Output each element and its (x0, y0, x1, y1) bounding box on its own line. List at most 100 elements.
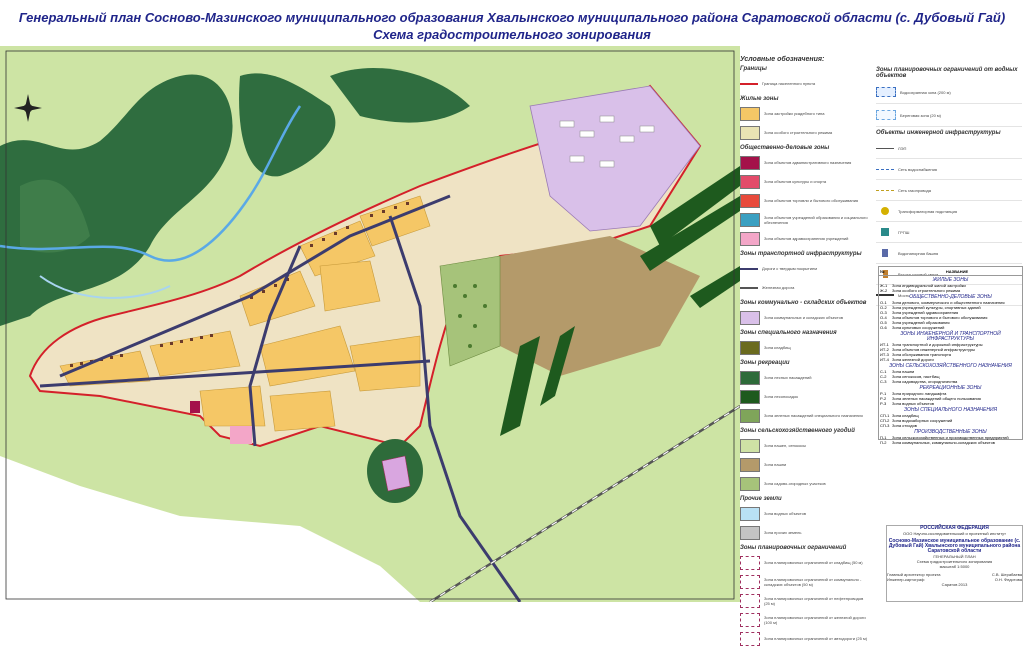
legend-item: Зона садово-огородных участков (740, 474, 870, 493)
infra-symbol-wrap (876, 207, 898, 215)
legend-label: Зона объектов здравоохранения учреждений (764, 236, 849, 241)
zone-group-title: ЗОНЫ ИНЖЕНЕРНОЙ И ТРАНСПОРТНОЙ ИНФРАСТРУ… (900, 331, 1001, 342)
legend-item: Дороги с твердым покрытием (740, 259, 870, 278)
zone-name: Зона железной дороги (892, 357, 934, 362)
water-limit-symbol (876, 87, 896, 97)
legend-item: Зона планировочных ограничений от коммун… (740, 572, 870, 591)
zone-code: Ж-2 (880, 288, 888, 293)
legend-item: Зона застройки усадебного типа (740, 104, 870, 123)
legend-swatch (740, 408, 760, 423)
garden-plots (439, 255, 501, 367)
legend-swatch (740, 310, 760, 325)
zone-row: СП-3 Зона отходов (879, 423, 1022, 428)
map-subtitle: Схема градостроительного зонирования (373, 27, 651, 42)
legend-label: Зона коммунальных и складских объектов (764, 315, 843, 320)
infra-symbol-wrap (876, 189, 898, 191)
legend-item: Зона объектов здравоохранения учреждений (740, 229, 870, 248)
legend-item: Зона кладбищ (740, 338, 870, 357)
legend-section-title: Общественно-деловые зоны (740, 145, 830, 151)
legend-label: Зона лесных насаждений (764, 375, 812, 380)
infra-label: ЛЭП (898, 145, 907, 151)
legend-swatch (740, 612, 760, 627)
legend-swatch (740, 574, 760, 589)
legend-swatch (740, 555, 760, 570)
infra-symbol (882, 249, 888, 257)
zone-table-header: № НАЗВАНИЕ (879, 267, 1022, 276)
legend-swatch (740, 457, 760, 472)
legend-item: Зона планировочных ограничений от кладби… (740, 553, 870, 572)
legend-label: Зона прочих земель (764, 530, 802, 535)
legend-section-title: Жилые зоны (740, 96, 779, 102)
infra-symbol-wrap (876, 228, 898, 236)
water-limit-item: Водоохранная зона (200 м) (876, 81, 1022, 104)
zone-table-col-number: № (880, 268, 885, 274)
legend-section-title: Прочие земли (740, 496, 782, 502)
water-limit-symbol (876, 110, 896, 120)
legend-sections: Границы Граница населенного пункта Жилые з… (740, 66, 870, 648)
zone-row: Р-3 Зона водных объектов (879, 401, 1022, 406)
title-block: РОССИЙСКАЯ ФЕДЕРАЦИЯ ООО Научно-исследов… (886, 525, 1023, 602)
legend-item: Зона коммунальных и складских объектов (740, 308, 870, 327)
water-limits-title: Зоны планировочных ограничений от водных… (876, 67, 1018, 79)
stamp-org: ООО Научно-исследовательский и проектный… (903, 531, 1006, 536)
legend-label: Зона зеленых насаждений специального наз… (764, 413, 863, 418)
legend-item: Зона водных объектов (740, 504, 870, 523)
legend-label: Зона пашни (764, 462, 787, 467)
water-limit-items: Водоохранная зона (200 м) Береговая зона … (876, 81, 1022, 127)
legend-swatch (740, 286, 758, 289)
zoning-map[interactable] (0, 46, 740, 602)
infra-symbol-wrap (876, 147, 898, 149)
infra-item: Водонапорная башня (876, 243, 1022, 264)
legend-item: Зона зеленых насаждений специального наз… (740, 406, 870, 425)
stamp-scale: масштаб 1:5000 (939, 564, 970, 569)
legend-swatch (740, 370, 760, 385)
infra-symbol-wrap (876, 168, 898, 170)
zone-groups: ЖИЛЫЕ ЗОНЫ Ж-1 Зона индивидуальной жилой з… (879, 278, 1022, 446)
legend-swatch (740, 155, 760, 170)
infra-label: Сеть газопровода (898, 187, 931, 193)
legend-item: Зона пашни (740, 455, 870, 474)
legend-item: Зона особого строительного режима (740, 123, 870, 142)
water-limit-label: Береговая зона (20 м) (900, 112, 942, 118)
legend-section-title: Границы (740, 66, 767, 72)
legend-heading: Условные обозначения: (740, 56, 825, 63)
residential-block (269, 390, 336, 432)
infra-item: ЛЭП (876, 138, 1022, 159)
legend-section-title: Зоны планировочных ограничений (740, 545, 847, 551)
zone-name: Зона садоводства, огородничества (892, 379, 958, 384)
legend-item: Зона прочих земель (740, 523, 870, 542)
map-title: Генеральный план Сосново-Мазинского муни… (18, 10, 1006, 25)
legend-label: Зона объектов административного назначен… (764, 160, 852, 165)
legend-label: Дороги с твердым покрытием (762, 266, 817, 271)
legend-item: Зона объектов торговли и бытового обслуж… (740, 191, 870, 210)
zone-row: О-6 Зона культовых сооружений (879, 325, 1022, 330)
legend-swatch (740, 476, 760, 491)
infra-item: Трансформаторная подстанция (876, 201, 1022, 222)
legend-label: Зона планировочных ограничений от коммун… (764, 576, 862, 587)
legend-swatch (740, 106, 760, 121)
infra-label: Водонапорная башня (898, 250, 939, 256)
legend-swatch (740, 525, 760, 540)
legend-swatch (740, 389, 760, 404)
zone-name: Зона отходов (892, 423, 917, 428)
infra-label: Сеть водоснабжения (898, 166, 937, 172)
zone-table-col-name: НАЗВАНИЕ (945, 268, 969, 274)
zone-name: Зона коммунальных, коммунально-складских… (892, 440, 995, 445)
legend-swatch (740, 125, 760, 140)
legend-label: Зона планировочных ограничений от нефтеп… (764, 595, 864, 606)
water-limit-label: Водоохранная зона (200 м) (900, 89, 951, 95)
infra-symbol (876, 147, 894, 149)
admin-zone (190, 401, 200, 413)
legend-swatch (740, 212, 760, 227)
legend-label: Зона пашен, сенокосы (764, 443, 806, 448)
zone-code: ИТ-4 (880, 357, 889, 362)
legend-item: Зона объектов культуры и спорта (740, 172, 870, 191)
infra-symbol (876, 189, 894, 191)
legend-label: Зона лесопосадок (764, 394, 798, 399)
infra-item: Сеть водоснабжения (876, 159, 1022, 180)
infra-symbol (881, 228, 889, 236)
zone-table: № НАЗВАНИЕ ЖИЛЫЕ ЗОНЫ Ж-1 Зона индивидуаль… (878, 266, 1023, 445)
zone-row: П-2 Зона коммунальных, коммунально-складс… (879, 440, 1022, 445)
legend-swatch (740, 340, 760, 355)
health-zone (230, 426, 252, 444)
